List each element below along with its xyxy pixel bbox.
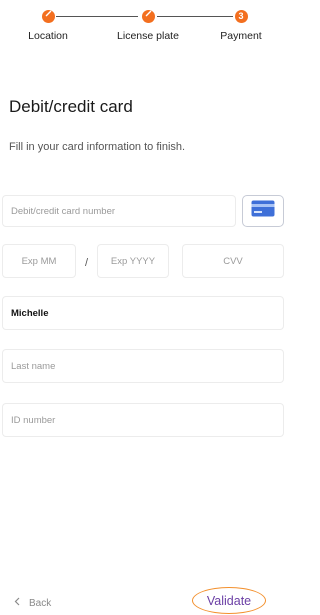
id-number-input[interactable] — [2, 403, 284, 437]
page-subtitle: Fill in your card information to finish. — [9, 141, 186, 153]
first-name-input[interactable] — [2, 296, 284, 330]
last-name-input[interactable] — [2, 349, 284, 383]
back-button[interactable]: Back — [14, 597, 51, 609]
step-license-plate: License plate — [103, 6, 193, 42]
page-title: Debit/credit card — [9, 97, 133, 116]
chevron-left-icon — [14, 597, 20, 609]
exp-month-input[interactable] — [2, 244, 76, 278]
card-scan-button[interactable] — [242, 195, 284, 227]
step-label: Location — [28, 30, 68, 42]
step-label: Payment — [220, 30, 262, 42]
step-label: License plate — [117, 30, 179, 42]
exp-year-input[interactable] — [97, 244, 169, 278]
check-icon — [41, 10, 55, 23]
cvv-input[interactable] — [182, 244, 284, 278]
step-payment: 3 Payment — [196, 6, 286, 42]
validate-label: Validate — [206, 593, 252, 608]
step-number-badge: 3 — [234, 10, 248, 23]
progress-stepper: Location License plate 3 Payment — [0, 6, 286, 52]
credit-card-icon — [251, 200, 275, 222]
step-location: Location — [3, 6, 93, 42]
back-label: Back — [29, 597, 52, 609]
date-separator: / — [85, 257, 89, 269]
validate-button[interactable]: Validate — [192, 587, 266, 614]
check-icon — [141, 10, 155, 23]
card-number-input[interactable] — [2, 195, 236, 227]
